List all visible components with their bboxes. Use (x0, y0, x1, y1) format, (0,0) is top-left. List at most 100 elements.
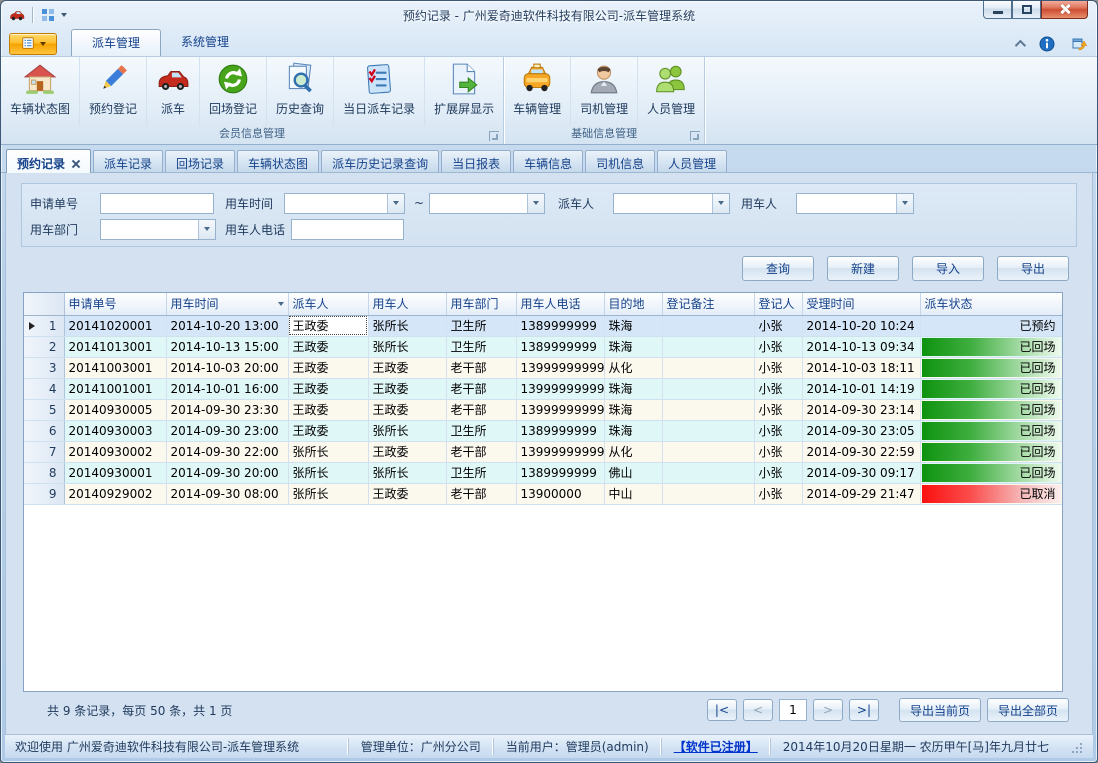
maximize-button[interactable] (1012, 0, 1041, 19)
close-tab-icon[interactable] (71, 159, 80, 168)
row-indicator[interactable]: 8 (24, 462, 64, 483)
cell-registrar[interactable]: 小张 (754, 378, 802, 399)
cell-destination[interactable]: 从化 (604, 441, 662, 462)
dialog-launcher-icon[interactable] (690, 131, 700, 141)
ribbon-button[interactable]: 扩展屏显示 (425, 57, 503, 126)
table-row[interactable]: 2201410130012014-10-13 15:00王政委张所长卫生所138… (24, 336, 1062, 357)
row-indicator[interactable]: 3 (24, 357, 64, 378)
cell-note[interactable] (662, 483, 754, 504)
cell-department[interactable]: 卫生所 (446, 420, 516, 441)
cell-note[interactable] (662, 441, 754, 462)
cell-dispatch-status[interactable]: 已回场 (920, 399, 1062, 420)
document-tab[interactable]: 车辆状态图 (237, 150, 319, 172)
cell-note[interactable] (662, 462, 754, 483)
combo-dropdown-icon[interactable] (896, 194, 913, 213)
column-header[interactable]: 派车人 (288, 293, 368, 315)
table-row[interactable]: 1201410200012014-10-20 13:00王政委张所长卫生所138… (24, 315, 1062, 336)
column-header[interactable]: 用车部门 (446, 293, 516, 315)
cell-destination[interactable]: 珠海 (604, 336, 662, 357)
last-page-button[interactable]: >| (849, 699, 879, 721)
department-combo[interactable] (100, 219, 216, 240)
column-header[interactable]: 登记备注 (662, 293, 754, 315)
cell-dispatch-status[interactable]: 已预约 (920, 315, 1062, 336)
row-indicator[interactable]: 4 (24, 378, 64, 399)
column-header[interactable]: 用车人电话 (516, 293, 604, 315)
cell-order-no[interactable]: 20141013001 (64, 336, 166, 357)
export-button[interactable]: 导出 (997, 256, 1069, 281)
cell-dispatch-status[interactable]: 已取消 (920, 483, 1062, 504)
cell-use-time[interactable]: 2014-10-01 16:00 (166, 378, 288, 399)
cell-department[interactable]: 卫生所 (446, 315, 516, 336)
cell-accept-time[interactable]: 2014-10-01 14:19 (802, 378, 920, 399)
cell-phone[interactable]: 1389999999 (516, 336, 604, 357)
document-tab[interactable]: 车辆信息 (513, 150, 583, 172)
use-time-to-combo[interactable] (429, 193, 545, 214)
ribbon-tab[interactable]: 系统管理 (161, 29, 249, 56)
combo-dropdown-icon[interactable] (387, 194, 404, 213)
cell-use-time[interactable]: 2014-10-13 15:00 (166, 336, 288, 357)
cell-order-no[interactable]: 20140929002 (64, 483, 166, 504)
ribbon-button[interactable]: 派车 (147, 57, 200, 126)
create-button[interactable]: 新建 (827, 256, 899, 281)
cell-order-no[interactable]: 20140930005 (64, 399, 166, 420)
ribbon-button[interactable]: 车辆管理 (504, 57, 571, 126)
cell-order-no[interactable]: 20140930003 (64, 420, 166, 441)
filter-arrow-icon[interactable] (278, 302, 284, 306)
cell-registrar[interactable]: 小张 (754, 462, 802, 483)
ribbon-button[interactable]: 当日派车记录 (334, 57, 425, 126)
use-time-from-combo[interactable] (284, 193, 405, 214)
table-row[interactable]: 4201410010012014-10-01 16:00王政委王政委老干部139… (24, 378, 1062, 399)
cell-dispatcher[interactable]: 张所长 (288, 483, 368, 504)
cell-department[interactable]: 老干部 (446, 483, 516, 504)
import-button[interactable]: 导入 (912, 256, 984, 281)
cell-note[interactable] (662, 357, 754, 378)
cell-destination[interactable]: 中山 (604, 483, 662, 504)
cell-note[interactable] (662, 399, 754, 420)
combo-dropdown-icon[interactable] (527, 194, 544, 213)
cell-accept-time[interactable]: 2014-09-29 21:47 (802, 483, 920, 504)
cell-dispatcher[interactable]: 张所长 (288, 441, 368, 462)
cell-user[interactable]: 王政委 (368, 399, 446, 420)
ribbon-button[interactable]: 司机管理 (571, 57, 638, 126)
column-header[interactable]: 用车时间 (166, 293, 288, 315)
cell-dispatcher[interactable]: 王政委 (288, 315, 368, 336)
cell-accept-time[interactable]: 2014-10-03 18:11 (802, 357, 920, 378)
cell-phone[interactable]: 1389999999 (516, 462, 604, 483)
cell-phone[interactable]: 1389999999 (516, 420, 604, 441)
cell-registrar[interactable]: 小张 (754, 357, 802, 378)
cell-dispatcher[interactable]: 王政委 (288, 399, 368, 420)
application-menu-button[interactable] (9, 33, 57, 55)
cell-destination[interactable]: 从化 (604, 357, 662, 378)
cell-order-no[interactable]: 20140930002 (64, 441, 166, 462)
cell-phone[interactable]: 13999999999 (516, 441, 604, 462)
quick-access-grid-icon[interactable] (40, 7, 56, 23)
cell-dispatch-status[interactable]: 已回场 (920, 420, 1062, 441)
cell-registrar[interactable]: 小张 (754, 420, 802, 441)
cell-note[interactable] (662, 336, 754, 357)
table-row[interactable]: 9201409290022014-09-30 08:00张所长王政委老干部139… (24, 483, 1062, 504)
cell-dispatcher[interactable]: 王政委 (288, 378, 368, 399)
cell-phone[interactable]: 13999999999 (516, 378, 604, 399)
cell-department[interactable]: 老干部 (446, 399, 516, 420)
ribbon-button[interactable]: 回场登记 (200, 57, 267, 126)
column-header[interactable]: 派车状态 (920, 293, 1062, 315)
ribbon-tab[interactable]: 派车管理 (71, 29, 161, 56)
cell-dispatch-status[interactable]: 已回场 (920, 378, 1062, 399)
cell-registrar[interactable]: 小张 (754, 315, 802, 336)
cell-dispatcher[interactable]: 王政委 (288, 357, 368, 378)
quick-access-dropdown-icon[interactable] (61, 13, 67, 17)
collapse-ribbon-icon[interactable] (1015, 40, 1026, 51)
cell-department[interactable]: 卫生所 (446, 462, 516, 483)
cell-department[interactable]: 老干部 (446, 357, 516, 378)
dispatcher-combo[interactable] (613, 193, 730, 214)
cell-order-no[interactable]: 20141001001 (64, 378, 166, 399)
cell-use-time[interactable]: 2014-10-03 20:00 (166, 357, 288, 378)
cell-accept-time[interactable]: 2014-09-30 22:59 (802, 441, 920, 462)
row-indicator-header[interactable] (24, 293, 64, 315)
cell-user[interactable]: 王政委 (368, 483, 446, 504)
row-indicator[interactable]: 5 (24, 399, 64, 420)
cell-registrar[interactable]: 小张 (754, 441, 802, 462)
cell-user[interactable]: 张所长 (368, 420, 446, 441)
user-combo[interactable] (796, 193, 914, 214)
cell-user[interactable]: 王政委 (368, 378, 446, 399)
